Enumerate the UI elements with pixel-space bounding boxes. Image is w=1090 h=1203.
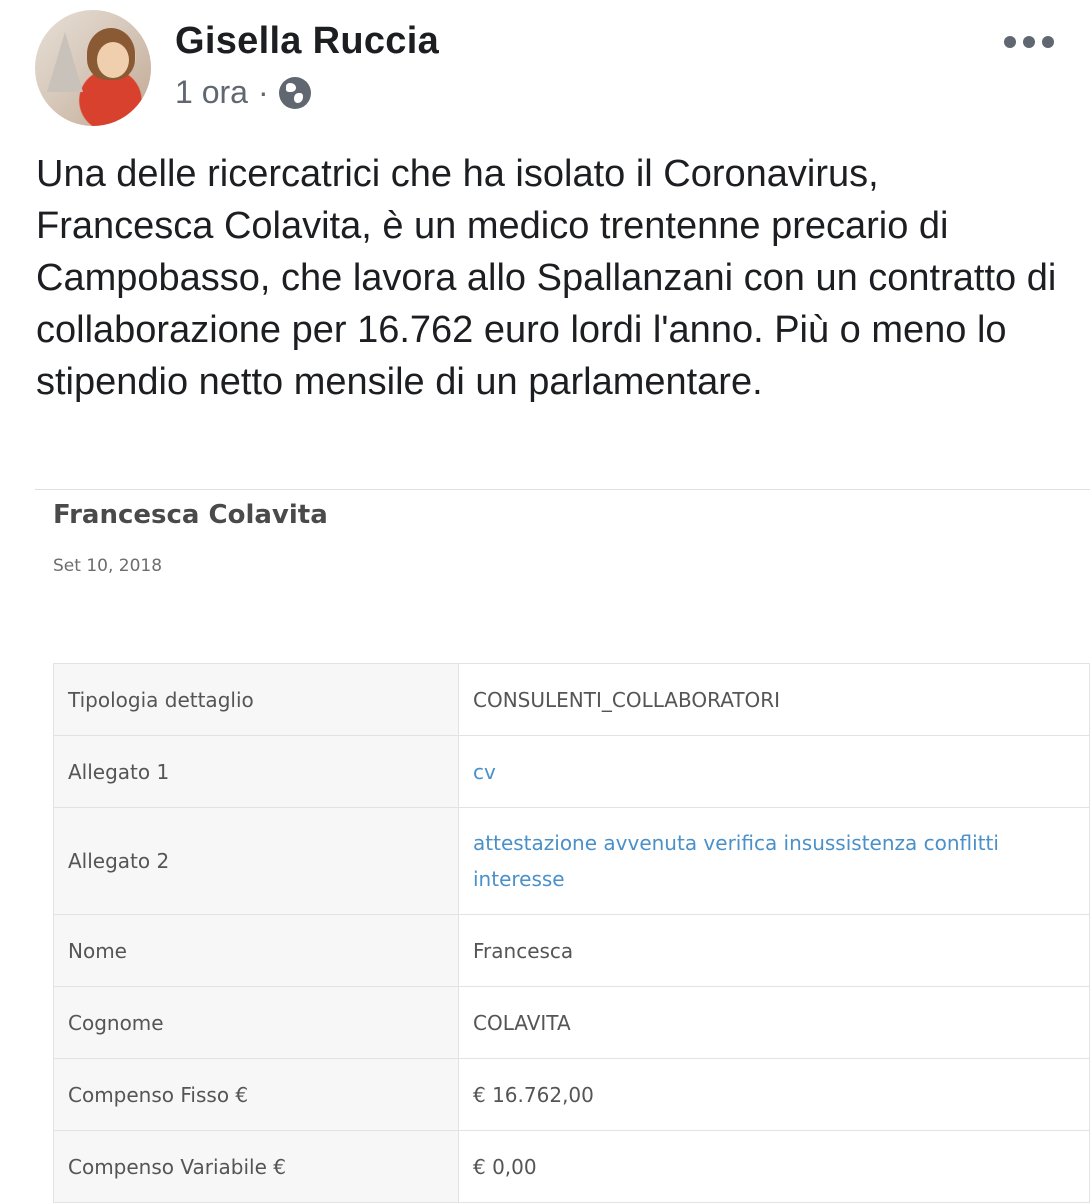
- row-value: Francesca: [458, 914, 1090, 987]
- avatar-tree-shape: [47, 32, 83, 92]
- globe-icon[interactable]: [278, 76, 311, 109]
- avatar[interactable]: [35, 10, 151, 126]
- table-row: Allegato 2 attestazione avvenuta verific…: [53, 807, 1090, 915]
- author-name[interactable]: Gisella Ruccia: [175, 20, 439, 63]
- row-label: Allegato 1: [53, 735, 459, 808]
- ellipsis-icon[interactable]: [1004, 36, 1054, 48]
- row-label: Tipologia dettaglio: [53, 663, 459, 736]
- row-label: Cognome: [53, 986, 459, 1059]
- table-row: Compenso Fisso € € 16.762,00: [53, 1058, 1090, 1131]
- row-value: cv: [458, 735, 1090, 808]
- post-header: Gisella Ruccia 1 ora ·: [0, 0, 1090, 140]
- table-row: Nome Francesca: [53, 914, 1090, 987]
- table-row: Compenso Variabile € € 0,00: [53, 1130, 1090, 1203]
- row-label: Compenso Variabile €: [53, 1130, 459, 1203]
- table-row: Tipologia dettaglio CONSULENTI_COLLABORA…: [53, 663, 1090, 736]
- post-timestamp[interactable]: 1 ora: [175, 74, 248, 111]
- table-row: Cognome COLAVITA: [53, 986, 1090, 1059]
- document-date: Set 10, 2018: [53, 556, 163, 576]
- avatar-face-shape: [97, 42, 129, 78]
- post-meta: 1 ora ·: [175, 74, 311, 111]
- post-text: Una delle ricercatrici che ha isolato il…: [36, 153, 1057, 403]
- row-value: € 16.762,00: [458, 1058, 1090, 1131]
- ellipsis-dot: [1004, 36, 1016, 48]
- row-value: CONSULENTI_COLLABORATORI: [458, 663, 1090, 736]
- row-label: Nome: [53, 914, 459, 987]
- document-title: Francesca Colavita: [53, 500, 328, 530]
- detail-table: Tipologia dettaglio CONSULENTI_COLLABORA…: [53, 663, 1090, 1203]
- ellipsis-dot: [1042, 36, 1054, 48]
- row-value: COLAVITA: [458, 986, 1090, 1059]
- row-label: Allegato 2: [53, 807, 459, 915]
- meta-separator: ·: [257, 74, 269, 110]
- table-row: Allegato 1 cv: [53, 735, 1090, 808]
- row-label: Compenso Fisso €: [53, 1058, 459, 1131]
- cv-link[interactable]: cv: [473, 760, 496, 784]
- row-value: € 0,00: [458, 1130, 1090, 1203]
- divider: [35, 489, 1090, 490]
- attestazione-link[interactable]: attestazione avvenuta verifica insussist…: [473, 831, 999, 891]
- row-value: attestazione avvenuta verifica insussist…: [458, 807, 1090, 915]
- ellipsis-dot: [1023, 36, 1035, 48]
